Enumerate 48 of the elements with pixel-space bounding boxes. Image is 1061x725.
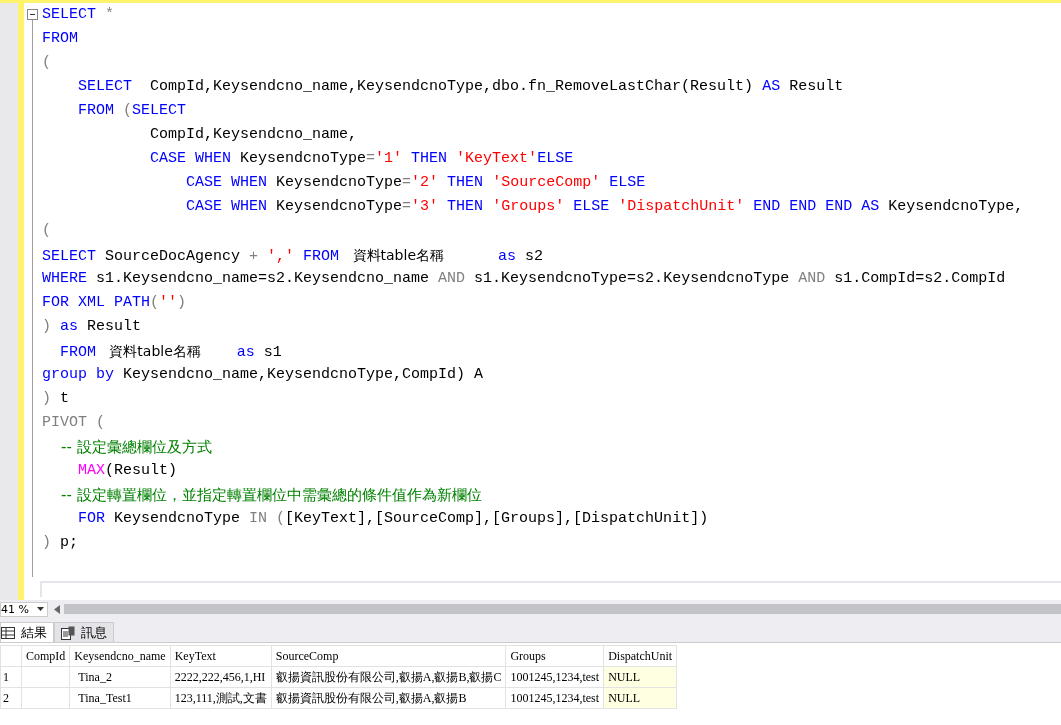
column-header[interactable]: DispatchUnit <box>603 645 677 667</box>
result-tab[interactable]: 訊息 <box>54 622 114 642</box>
column-header[interactable]: Groups <box>505 645 604 667</box>
table-cell: 123,111,測試,文書 <box>170 687 272 709</box>
code-line: CASE WHEN KeysendcnoType='1' THEN 'KeyText'ELSE <box>149 149 575 169</box>
code-line: MAX(Result) <box>77 461 179 481</box>
code-line: FROM (SELECT <box>77 101 188 121</box>
code-line: ( <box>42 221 52 241</box>
code-line: FOR KeysendcnoType IN ([KeyText],[SourceComp],[Groups],[DispatchUnit]) <box>77 509 710 529</box>
code-line: CASE WHEN KeysendcnoType='3' THEN 'Groups' ELSE 'DispatchUnit' END END END AS KeysendcnoType, <box>185 197 1025 217</box>
row-number[interactable]: 1 <box>0 666 22 688</box>
code-line: SELECT CompId,Keysendcno_name,KeysendcnoType,dbo.fn_RemoveLastChar(Result) AS Result <box>77 77 845 97</box>
code-line: CASE WHEN KeysendcnoType='2' THEN 'SourceComp' ELSE <box>185 173 647 193</box>
table-cell: 1001245,1234,test <box>505 666 604 688</box>
table-cell: 叡揚資訊股份有限公司,叡揚A,叡揚B <box>271 687 506 709</box>
code-line: WHERE s1.Keysendcno_name=s2.Keysendcno_name AND s1.KeysendcnoType=s2.KeysendcnoType AND s1.CompId=s2.CompId <box>42 269 1007 289</box>
table-cell: 叡揚資訊股份有限公司,叡揚A,叡揚B,叡揚C <box>271 666 506 688</box>
horizontal-scrollbar[interactable] <box>64 604 1061 614</box>
table-cell: 2222,222,456,1,HI <box>170 666 272 688</box>
code-line: group by Keysendcno_name,KeysendcnoType,CompId) A <box>42 365 485 385</box>
scroll-left-icon[interactable] <box>54 604 60 614</box>
column-header[interactable]: KeyText <box>170 645 272 667</box>
grid-icon <box>1 626 15 639</box>
code-line: ( <box>42 53 52 73</box>
code-line: FROM <box>42 29 79 49</box>
code-line: SELECT * <box>42 5 116 25</box>
code-line: FOR XML PATH('') <box>42 293 188 313</box>
result-tab[interactable]: 結果 <box>0 622 54 642</box>
code-line: FROM 資料table名稱 as s1 <box>59 342 283 363</box>
code-line: -- 設定轉置欄位，並指定轉置欄位中需彙總的條件值作為新欄位 <box>60 485 483 506</box>
column-header[interactable]: SourceComp <box>271 645 506 667</box>
code-line: ) p; <box>42 533 80 553</box>
code-line: ) t <box>42 389 71 409</box>
table-cell: Tina_Test1 <box>69 687 171 709</box>
table-cell: 1001245,1234,test <box>505 687 604 709</box>
document-icon <box>61 625 75 640</box>
caret-icon <box>37 607 44 611</box>
column-header[interactable]: CompId <box>21 645 70 667</box>
row-number[interactable]: 2 <box>0 687 22 709</box>
code-line: -- 設定彙總欄位及方式 <box>60 437 213 458</box>
column-header[interactable]: Keysendcno_name <box>69 645 171 667</box>
zoom-dropdown[interactable]: 41 % <box>0 601 48 617</box>
table-cell: Tina_2 <box>69 666 171 688</box>
code-line: ) as Result <box>42 317 143 337</box>
code-line: SELECT SourceDocAgency + ',' FROM 資料table名稱 as s2 <box>42 246 545 267</box>
collapse-icon[interactable] <box>27 9 38 20</box>
code-line: PIVOT ( <box>42 413 106 433</box>
code-line: CompId,Keysendcno_name, <box>149 125 359 145</box>
